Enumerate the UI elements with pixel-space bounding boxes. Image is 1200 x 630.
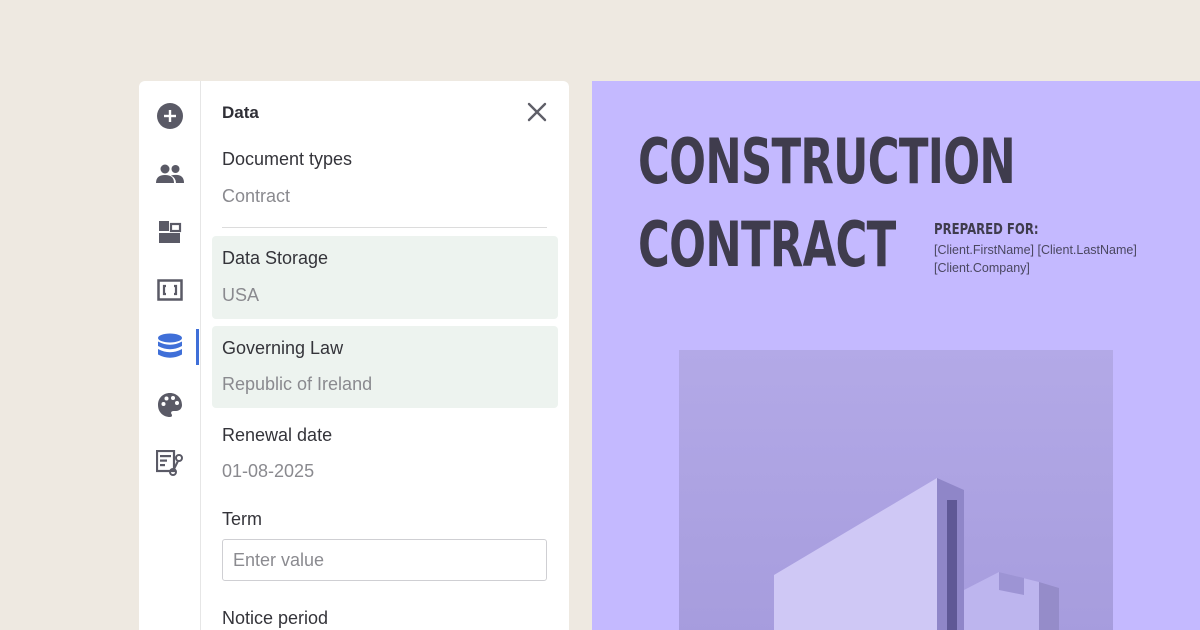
fields-frame-icon: [157, 279, 183, 301]
field-value: USA: [222, 285, 260, 305]
cover-photo: [679, 350, 1113, 630]
close-button[interactable]: [525, 100, 549, 124]
field-renewal-date[interactable]: Renewal date 01-08-2025: [212, 423, 558, 493]
field-label: Renewal date: [222, 425, 333, 445]
field-data-storage[interactable]: Data Storage USA: [212, 236, 558, 319]
document-preview[interactable]: CONSTRUCTION CONTRACT PREPARED FOR: [Cli…: [592, 81, 1200, 630]
field-label: Notice period: [222, 608, 329, 628]
document-title-line1: CONSTRUCTION: [638, 125, 1016, 198]
client-company-placeholder: [Client.Company]: [934, 261, 1030, 275]
close-icon: [527, 102, 547, 122]
add-circle-icon: [157, 103, 183, 129]
fields-button[interactable]: [139, 270, 201, 310]
active-indicator: [196, 329, 199, 365]
field-value: Contract: [222, 186, 291, 206]
data-panel: Data Document types Contract Data Storag…: [139, 81, 569, 630]
field-label: Term: [222, 509, 262, 529]
workflow-form-icon: [156, 450, 183, 476]
divider: [222, 227, 547, 228]
field-label: Governing Law: [222, 338, 344, 358]
field-value: Republic of Ireland: [222, 374, 373, 394]
field-governing-law[interactable]: Governing Law Republic of Ireland: [212, 326, 558, 408]
field-notice-period[interactable]: Notice period: [212, 606, 558, 630]
workflow-button[interactable]: [139, 443, 201, 483]
field-term: Term: [212, 507, 558, 531]
add-button[interactable]: [139, 96, 201, 136]
field-label: Data Storage: [222, 248, 329, 268]
data-button[interactable]: [139, 327, 201, 367]
layout-blocks-icon: [159, 221, 182, 243]
data-panel-content: Data Document types Contract Data Storag…: [201, 81, 569, 630]
field-value: 01-08-2025: [222, 461, 315, 481]
panel-title: Data: [222, 103, 259, 122]
recipients-button[interactable]: [139, 154, 201, 194]
design-button[interactable]: [139, 385, 201, 425]
palette-icon: [158, 393, 182, 417]
people-icon: [156, 164, 184, 183]
client-name-placeholder: [Client.FirstName] [Client.LastName]: [934, 243, 1137, 257]
content-blocks-button[interactable]: [139, 212, 201, 252]
sidebar-rail: [139, 81, 201, 630]
database-icon: [158, 333, 182, 358]
field-document-types[interactable]: Document types Contract: [212, 147, 558, 217]
field-label: Document types: [222, 149, 353, 169]
document-title-line2: CONTRACT: [638, 208, 896, 281]
prepared-for-label: PREPARED FOR:: [934, 220, 1039, 238]
term-input[interactable]: [222, 539, 547, 581]
building-image: [679, 350, 1113, 630]
